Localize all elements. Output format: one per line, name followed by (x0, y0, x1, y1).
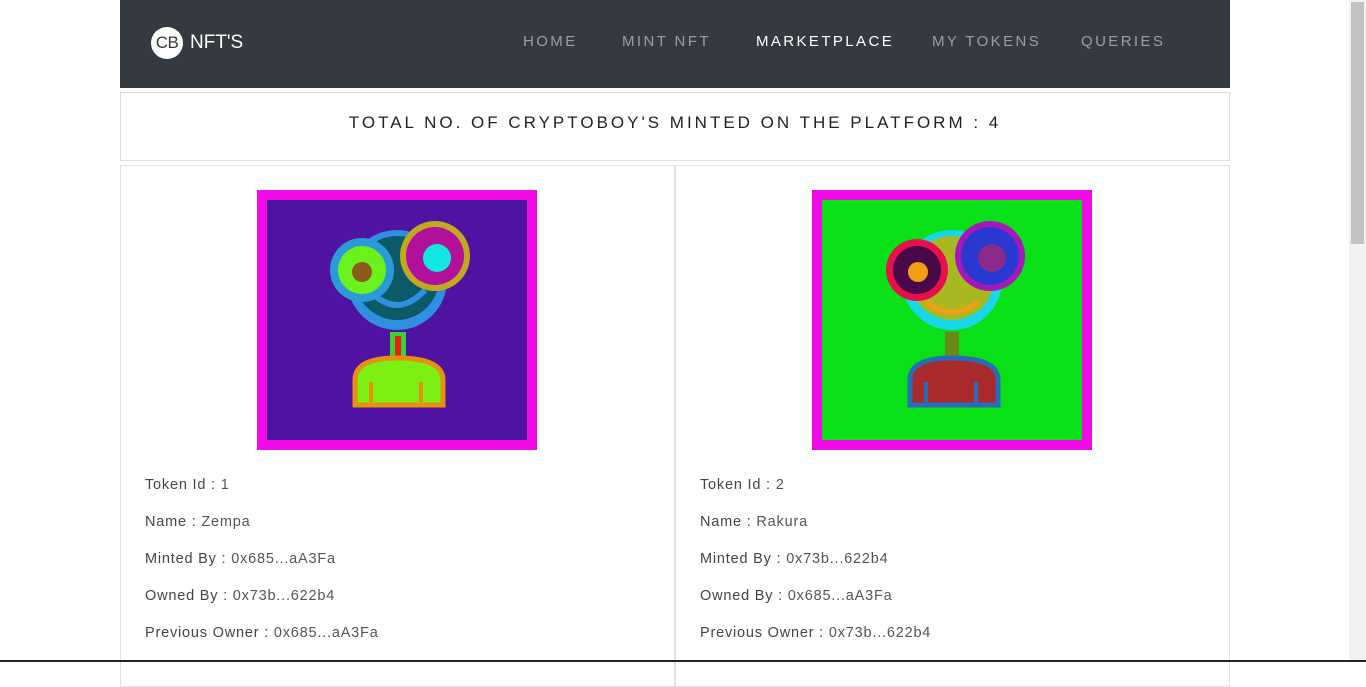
nft-1-body (352, 355, 446, 408)
nft-1-body-stripe-right (419, 382, 423, 402)
minted-by-label: Minted By : (145, 551, 227, 567)
minted-by-label: Minted By : (700, 551, 782, 567)
nft-1-eye-right-pupil (423, 244, 451, 272)
token-id-label: Token Id : (700, 477, 771, 493)
nft-1-eye-left-pupil (352, 262, 372, 282)
nft-2-body-stripe-right (974, 382, 978, 402)
nft-2-body-stripe-left (924, 382, 928, 402)
brand-logo: CB (151, 27, 183, 59)
owned-by-label: Owned By : (145, 588, 228, 604)
previous-owner-row-1: Previous Owner : 0x685...aA3Fa (145, 625, 379, 641)
brand-link[interactable]: CB NFT'S (151, 27, 243, 59)
nft-2-eye-right-pupil (978, 244, 1006, 272)
name-row-2: Name : Rakura (700, 514, 808, 530)
total-minted-card: TOTAL NO. OF CRYPTOBOY'S MINTED ON THE P… (120, 92, 1230, 161)
nft-2-body (907, 355, 1001, 408)
nav-marketplace[interactable]: MARKETPLACE (756, 33, 894, 50)
minted-by-value: 0x685...aA3Fa (231, 551, 336, 567)
nav-home[interactable]: HOME (523, 33, 578, 50)
previous-owner-value: 0x685...aA3Fa (273, 625, 379, 641)
previous-owner-label: Previous Owner : (700, 625, 825, 641)
nft-1-body-stripe-left (369, 382, 373, 402)
nft-card-2: Token Id : 2 Name : Rakura Minted By : 0… (675, 165, 1230, 687)
token-id-value: 1 (220, 477, 230, 493)
navbar: CB NFT'S HOME MINT NFT MARKETPLACE MY TO… (120, 0, 1230, 88)
previous-owner-label: Previous Owner : (145, 625, 270, 641)
name-label: Name : (145, 514, 197, 530)
owned-by-value: 0x685...aA3Fa (787, 588, 893, 604)
nav-mint-nft[interactable]: MINT NFT (622, 33, 711, 50)
minted-by-row-2: Minted By : 0x73b...622b4 (700, 551, 889, 567)
total-minted-text: TOTAL NO. OF CRYPTOBOY'S MINTED ON THE P… (348, 113, 1002, 132)
nft-image-1 (257, 190, 537, 450)
owned-by-row-2: Owned By : 0x685...aA3Fa (700, 588, 893, 604)
previous-owner-row-2: Previous Owner : 0x73b...622b4 (700, 625, 931, 641)
name-label: Name : (700, 514, 752, 530)
minted-by-row-1: Minted By : 0x685...aA3Fa (145, 551, 336, 567)
name-value: Zempa (201, 514, 251, 530)
owned-by-value: 0x73b...622b4 (232, 588, 336, 604)
token-id-row-2: Token Id : 2 (700, 477, 785, 493)
minted-by-value: 0x73b...622b4 (786, 551, 889, 567)
name-value: Rakura (756, 514, 808, 530)
token-id-row-1: Token Id : 1 (145, 477, 230, 493)
nft-1-neck-inner (395, 336, 401, 358)
name-row-1: Name : Zempa (145, 514, 251, 530)
nav-queries[interactable]: QUERIES (1081, 33, 1165, 50)
page-scrollbar[interactable] (1349, 0, 1366, 662)
owned-by-label: Owned By : (700, 588, 783, 604)
nft-2-eye-left-pupil (908, 262, 928, 282)
brand-name: NFT'S (190, 32, 244, 53)
owned-by-row-1: Owned By : 0x73b...622b4 (145, 588, 335, 604)
previous-owner-value: 0x73b...622b4 (828, 625, 932, 641)
token-id-label: Token Id : (145, 477, 216, 493)
nft-image-2 (812, 190, 1092, 450)
nav-my-tokens[interactable]: MY TOKENS (932, 33, 1041, 50)
token-id-value: 2 (775, 477, 785, 493)
nft-card-1: Token Id : 1 Name : Zempa Minted By : 0x… (120, 165, 675, 687)
scrollbar-thumb[interactable] (1351, 2, 1364, 244)
